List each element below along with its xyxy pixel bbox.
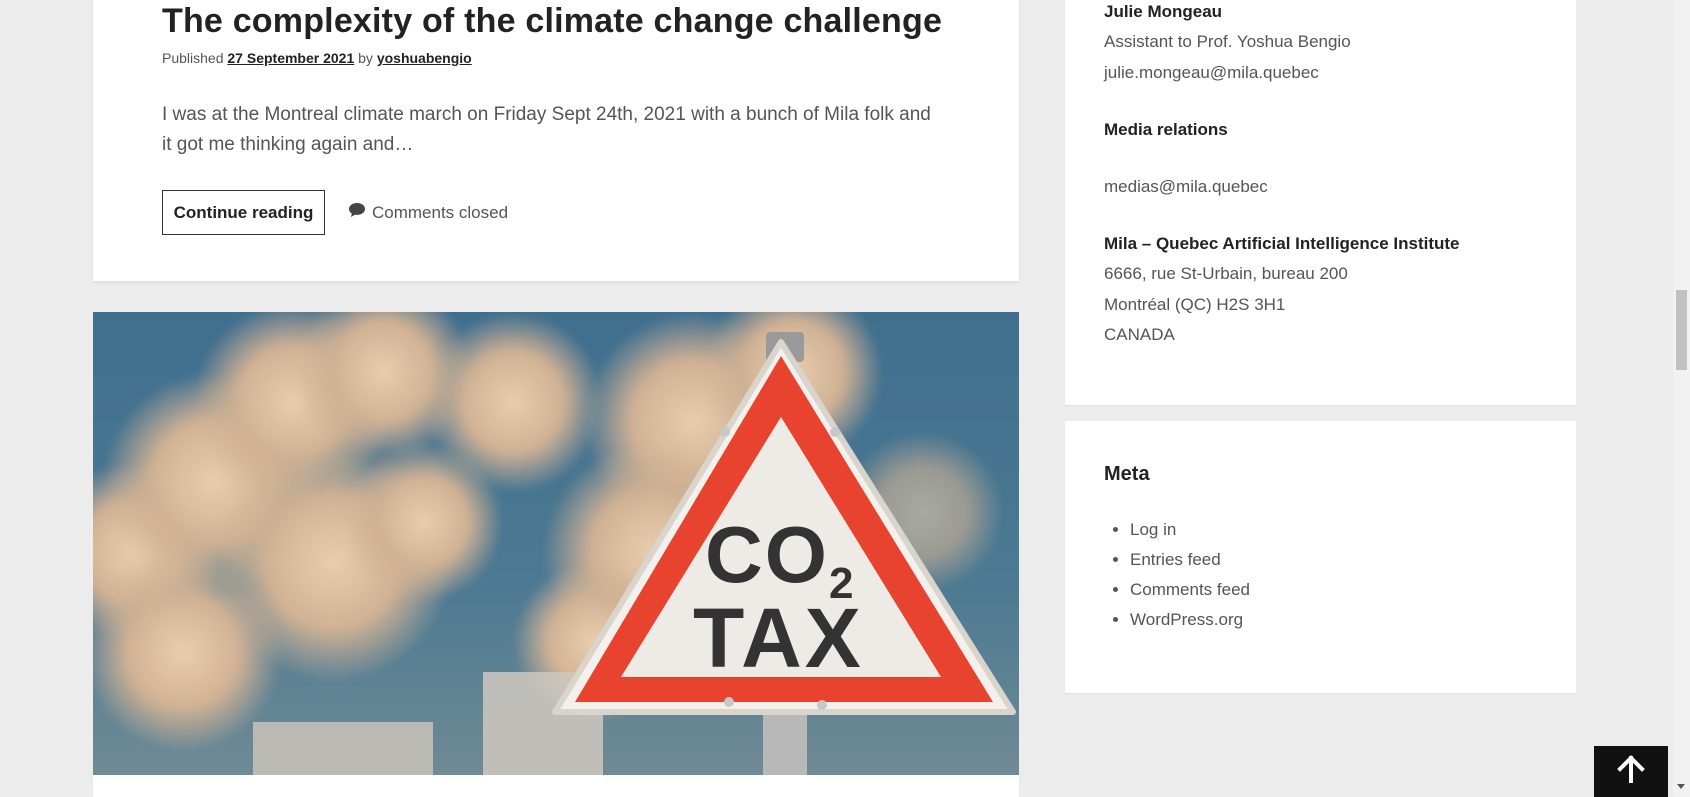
- address-line-1: 6666, rue St-Urbain, bureau 200: [1104, 264, 1348, 283]
- published-label: Published: [162, 50, 224, 66]
- meta-widget: Meta Log in Entries feed Comments feed W…: [1065, 421, 1576, 694]
- scrollbar[interactable]: [1673, 0, 1690, 797]
- comments-status: Comments closed: [348, 202, 508, 223]
- featured-image[interactable]: CO2 TAX: [93, 312, 1019, 775]
- meta-link-login[interactable]: Log in: [1130, 515, 1250, 545]
- media-relations-heading: Media relations: [1104, 120, 1228, 139]
- contact-email[interactable]: julie.mongeau@mila.quebec: [1104, 63, 1319, 83]
- comment-bubble-icon: [348, 202, 366, 223]
- meta-link-comments-feed[interactable]: Comments feed: [1130, 575, 1250, 605]
- sign-tax-text: TAX: [693, 591, 864, 685]
- continue-reading-button[interactable]: Continue reading: [162, 190, 325, 235]
- arrow-up-icon: [1617, 755, 1645, 788]
- back-to-top-button[interactable]: [1594, 746, 1668, 797]
- post-meta: Published 27 September 2021 by yoshuaben…: [162, 50, 472, 66]
- scrollbar-thumb[interactable]: [1676, 290, 1687, 370]
- address-country: CANADA: [1104, 325, 1175, 344]
- scroll-down-arrow-icon[interactable]: [1677, 784, 1685, 789]
- contact-widget: Julie Mongeau Assistant to Prof. Yoshua …: [1065, 0, 1576, 406]
- address-line-2: Montréal (QC) H2S 3H1: [1104, 295, 1286, 314]
- meta-title: Meta: [1104, 463, 1150, 485]
- post-excerpt: I was at the Montreal climate march on F…: [162, 104, 931, 155]
- post-date-link[interactable]: 27 September 2021: [227, 50, 354, 66]
- next-post-card: [93, 775, 1019, 797]
- meta-link-wordpress[interactable]: WordPress.org: [1130, 605, 1250, 635]
- media-email[interactable]: medias@mila.quebec: [1104, 177, 1268, 197]
- post-author-link[interactable]: yoshuabengio: [377, 50, 472, 66]
- comments-closed-label: Comments closed: [372, 202, 509, 222]
- post-card: The complexity of the climate change cha…: [93, 0, 1019, 282]
- meta-link-entries-feed[interactable]: Entries feed: [1130, 545, 1250, 575]
- contact-role: Assistant to Prof. Yoshua Bengio: [1104, 32, 1351, 51]
- post-title[interactable]: The complexity of the climate change cha…: [162, 2, 942, 41]
- meta-links: Log in Entries feed Comments feed WordPr…: [1104, 515, 1250, 635]
- by-label: by: [358, 50, 373, 66]
- org-name: Mila – Quebec Artificial Intelligence In…: [1104, 234, 1460, 253]
- contact-name: Julie Mongeau: [1104, 2, 1223, 21]
